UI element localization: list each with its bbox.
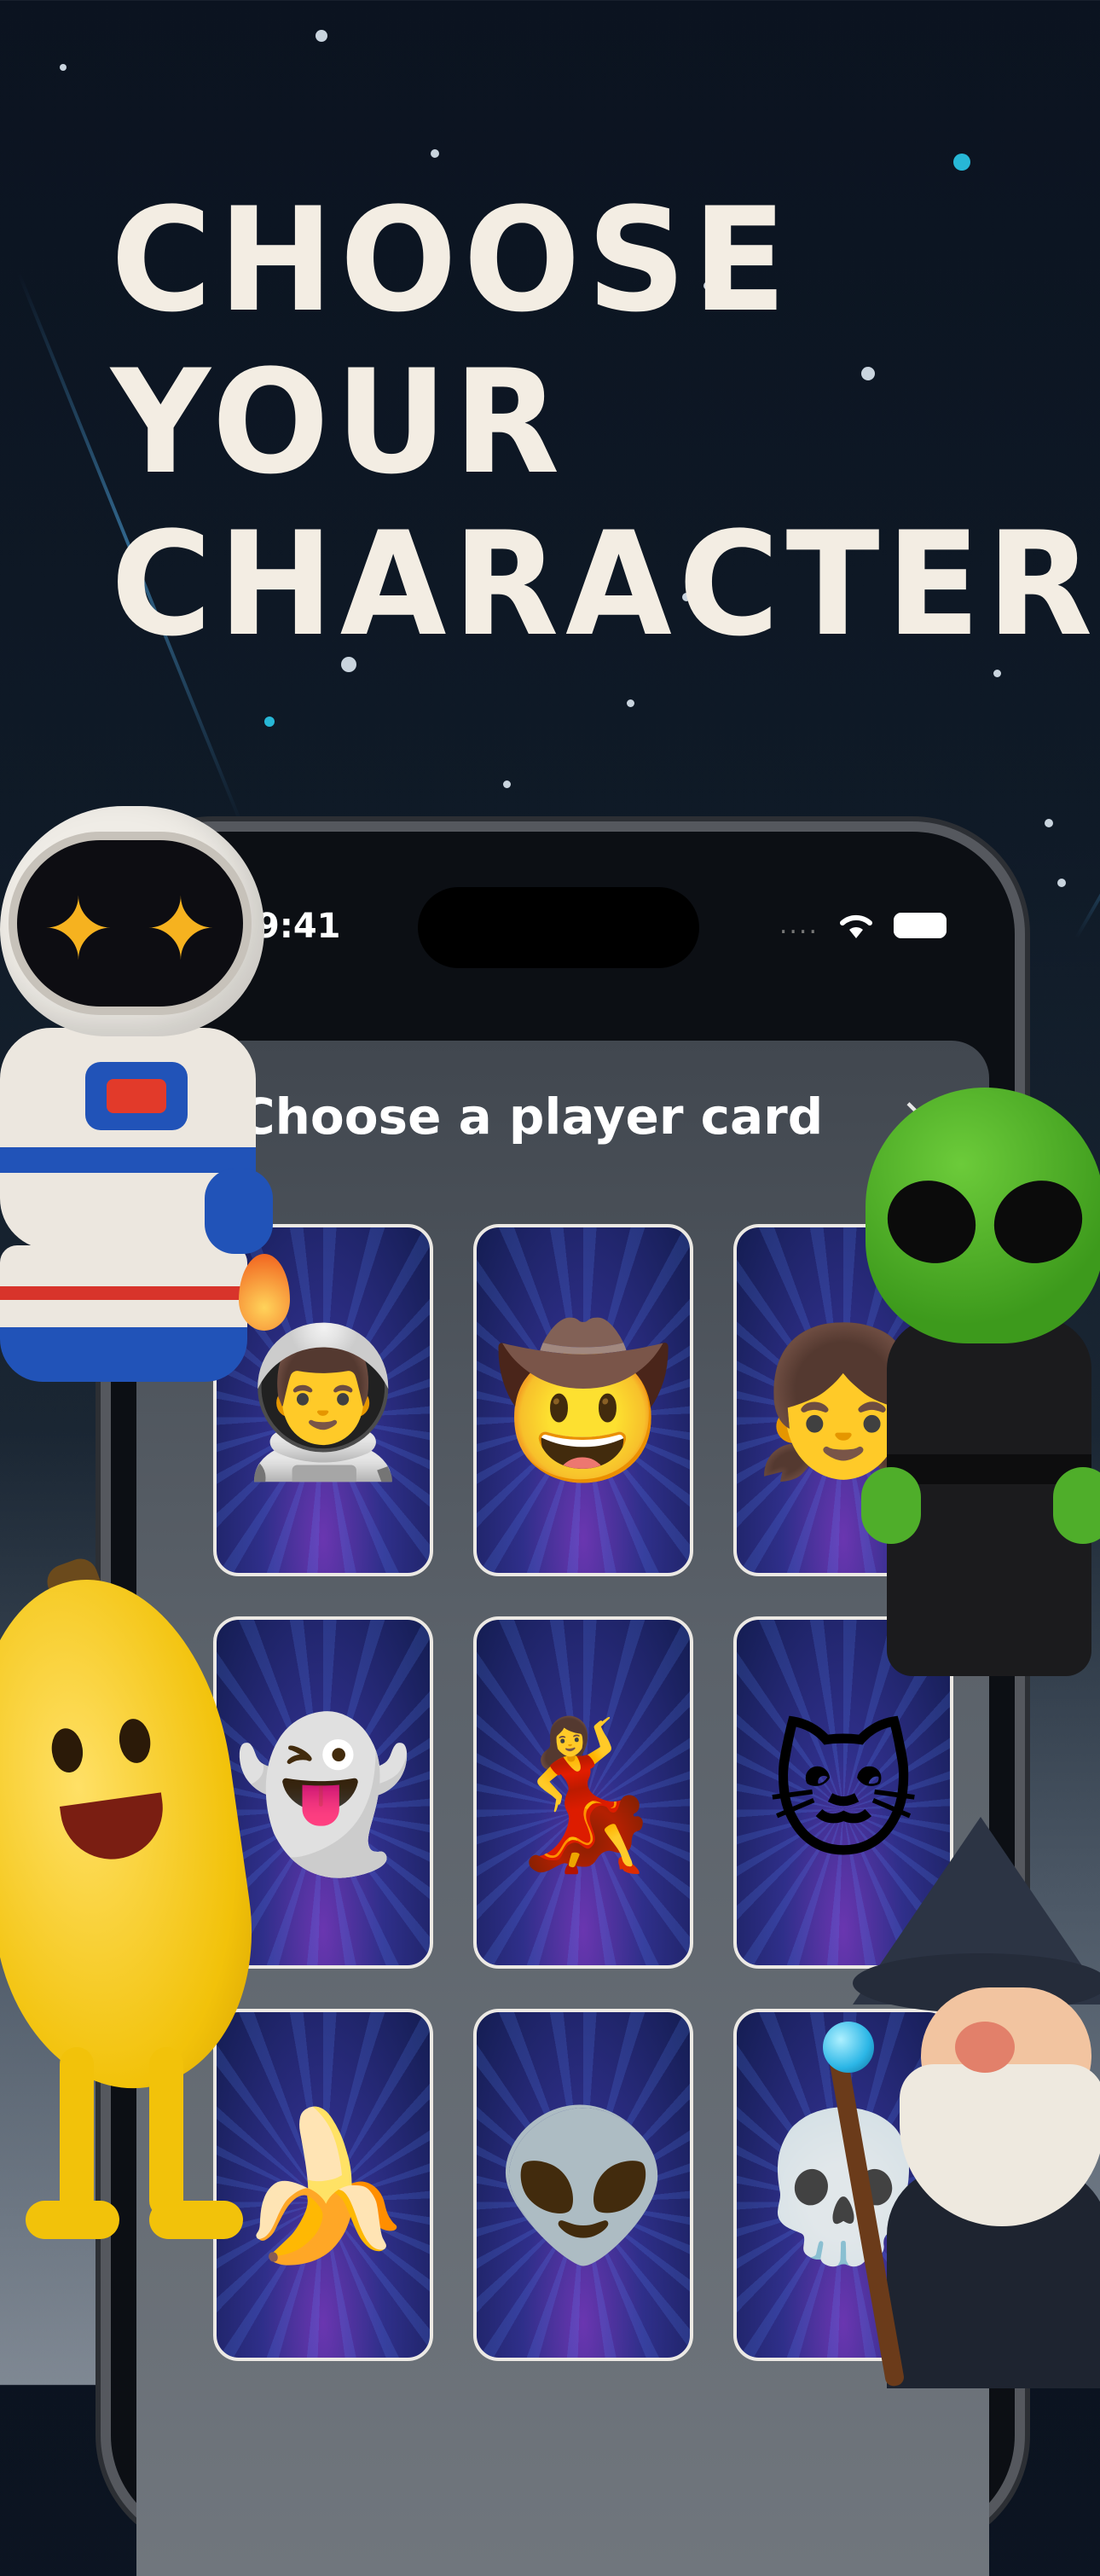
character-explorer-icon: 🤠 [493,1318,674,1487]
headline-line-1: CHOOSE [111,177,793,344]
character-disco-icon: 💃 [493,1710,674,1879]
status-time: 9:41 [256,907,341,946]
signal-icon: .... [779,910,819,940]
headline-line-3: CHARACTER [111,501,1100,668]
star-icon: ✦ [43,879,114,979]
star-icon: ✦ [145,879,217,979]
player-card[interactable]: 👽 [473,2009,693,2361]
character-banana-icon: 🍌 [233,2103,414,2271]
wifi-icon [840,914,872,938]
player-card[interactable]: 🤠 [473,1224,693,1576]
character-ghost-icon: 👻 [233,1710,414,1879]
dynamic-island [418,887,699,968]
battery-icon [894,912,947,938]
status-indicators: .... [779,910,947,940]
character-astronaut-icon: 👨‍🚀 [233,1318,414,1487]
headline: CHOOSE YOUR CHARACTER [111,179,1099,665]
player-card[interactable]: 🍌 [213,2009,433,2361]
character-alien-icon: 👽 [493,2103,674,2271]
headline-line-2: YOUR [111,339,567,506]
sheet-title: Choose a player card [239,1088,824,1146]
player-card[interactable]: 💃 [473,1616,693,1969]
